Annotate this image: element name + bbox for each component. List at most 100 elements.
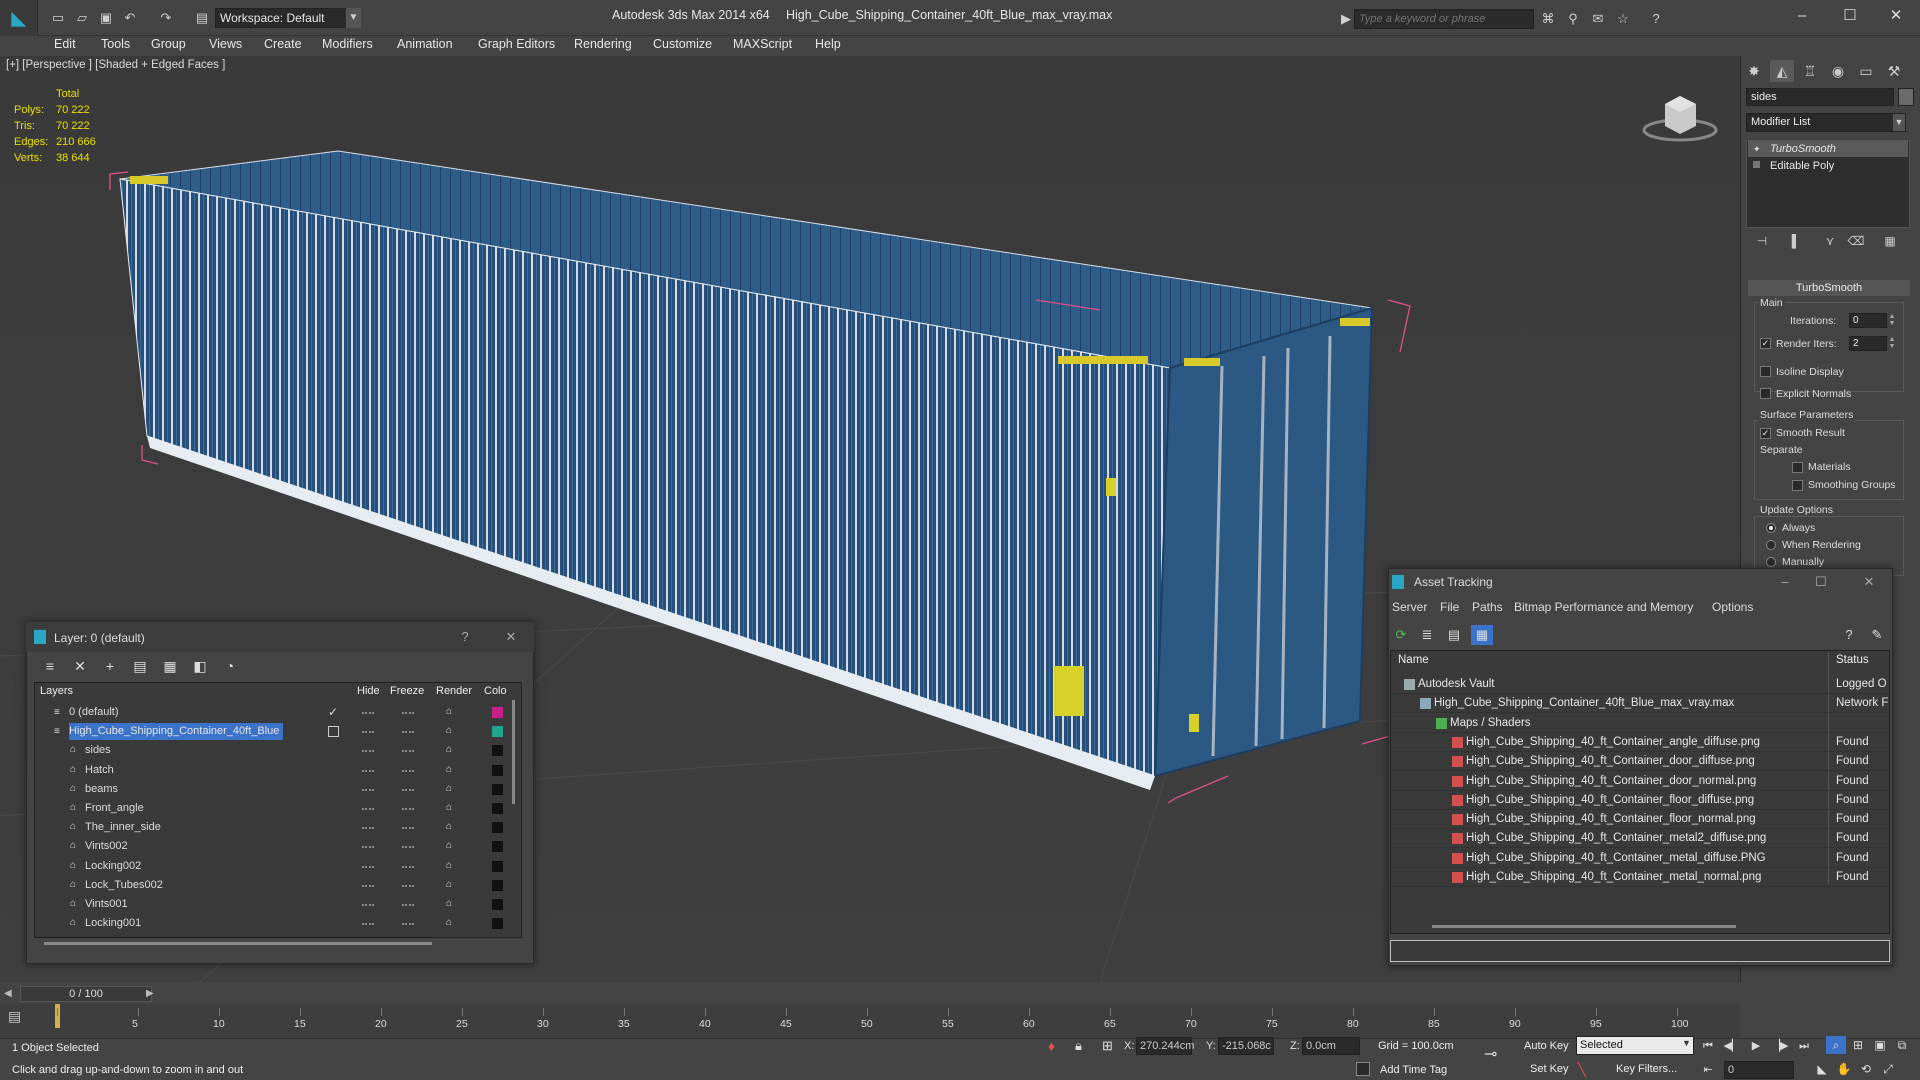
spinner-arrows-icon[interactable]: ▲ ▼ [1888, 313, 1896, 328]
render-iters-spinner[interactable]: 2 [1849, 336, 1887, 351]
slider-prev-icon[interactable]: ◀ [4, 988, 12, 999]
render-teapot-icon[interactable]: ⌂ [446, 706, 459, 718]
hide-toggle[interactable] [362, 731, 374, 734]
render-teapot-icon[interactable]: ⌂ [446, 860, 459, 872]
time-tag-icon[interactable] [1356, 1062, 1370, 1076]
undo-icon[interactable]: ↶ [120, 8, 140, 28]
iterations-spinner[interactable]: 0 [1849, 313, 1887, 328]
smooth-result-checkbox[interactable]: ✓ [1760, 428, 1771, 439]
layer-name[interactable]: sides [85, 742, 115, 759]
layer-row[interactable]: ≡ High_Cube_Shipping_Container_40ft_Blue ⌂ [36, 722, 512, 741]
asset-menu-paths[interactable]: Paths [1472, 600, 1503, 614]
hide-toggle[interactable] [362, 846, 374, 849]
isoline-checkbox[interactable] [1760, 366, 1771, 377]
layer-name[interactable]: beams [85, 781, 122, 798]
key-mode-icon[interactable]: ⇤ [1698, 1060, 1718, 1080]
layer-object-row[interactable]: ⌂ Locking002 ⌂ [36, 857, 512, 876]
hide-toggle[interactable] [362, 865, 374, 868]
render-teapot-icon[interactable]: ⌂ [446, 744, 459, 756]
active-layer-check-icon[interactable]: ✓ [328, 703, 338, 722]
layer-color-swatch[interactable] [492, 899, 503, 910]
asset-row[interactable]: Maps / Shaders [1392, 714, 1888, 733]
layer-name[interactable]: The_inner_side [85, 819, 165, 836]
make-unique-icon[interactable]: ⋎ [1820, 234, 1840, 252]
asset-row[interactable]: High_Cube_Shipping_40_ft_Container_door_… [1392, 752, 1888, 772]
open-file-icon[interactable]: ▱ [72, 8, 92, 28]
minimize-icon[interactable]: – [1776, 573, 1794, 591]
x-coord-field[interactable]: 270.244cm [1136, 1037, 1194, 1055]
maximize-icon[interactable]: ☐ [1812, 573, 1830, 591]
asset-menu-file[interactable]: File [1440, 600, 1459, 614]
workspace-arrow-icon[interactable]: ▼ [346, 8, 361, 28]
display-tab-icon[interactable]: ▭ [1854, 60, 1878, 82]
create-tab-icon[interactable]: ✸ [1742, 60, 1766, 82]
col-freeze[interactable]: Freeze [390, 685, 424, 697]
close-icon[interactable]: ✕ [1860, 573, 1878, 591]
hide-toggle[interactable] [362, 923, 374, 926]
asset-menu-server[interactable]: Server [1392, 600, 1427, 614]
auto-key-button[interactable]: Auto Key [1524, 1040, 1569, 1052]
show-end-result-icon[interactable]: ▌ [1786, 234, 1806, 252]
asset-horizontal-scrollbar[interactable] [1432, 925, 1736, 928]
tree-view-icon[interactable]: ▤ [1443, 625, 1465, 645]
freeze-toggle[interactable] [402, 788, 414, 791]
select-layer-icon[interactable]: ▦ [158, 655, 182, 677]
col-status[interactable]: Status [1836, 654, 1869, 666]
menu-graph-editors[interactable]: Graph Editors [478, 34, 555, 54]
add-time-tag-button[interactable]: Add Time Tag [1380, 1064, 1447, 1076]
refresh-icon[interactable]: ⟳ [1390, 625, 1412, 645]
hide-toggle[interactable] [362, 788, 374, 791]
render-teapot-icon[interactable]: ⌂ [446, 821, 459, 833]
hide-toggle[interactable] [362, 884, 374, 887]
layer-tool-icon[interactable]: ≡ [38, 655, 62, 677]
col-name[interactable]: Name [1398, 654, 1429, 666]
freeze-toggle[interactable] [402, 827, 414, 830]
layer-object-row[interactable]: ⌂ The_inner_side ⌂ [36, 818, 512, 837]
layer-color-swatch[interactable] [492, 841, 503, 853]
key-icon[interactable]: ⊸ [1484, 1044, 1497, 1064]
asset-row[interactable]: High_Cube_Shipping_40_ft_Container_angle… [1392, 733, 1888, 752]
layer-object-row[interactable]: ⌂ beams ⌂ [36, 780, 512, 799]
y-coord-field[interactable]: -215.068c [1218, 1037, 1274, 1055]
asset-row[interactable]: High_Cube_Shipping_40_ft_Container_floor… [1392, 810, 1888, 830]
manually-radio[interactable] [1766, 557, 1776, 567]
render-teapot-icon[interactable]: ⌂ [446, 898, 459, 910]
layer-color-swatch[interactable] [492, 707, 503, 718]
layer-object-row[interactable]: ⌂ Lock_Tubes002 ⌂ [36, 876, 512, 895]
asset-row[interactable]: High_Cube_Shipping_40_ft_Container_metal… [1392, 868, 1888, 887]
render-teapot-icon[interactable]: ⌂ [446, 725, 459, 737]
always-radio[interactable] [1766, 523, 1776, 533]
pan-icon[interactable]: ✋ [1834, 1060, 1854, 1078]
lightbulb-icon[interactable]: ✦ [1753, 144, 1763, 154]
layer-name[interactable]: Vints002 [85, 838, 132, 855]
asset-row[interactable]: High_Cube_Shipping_40_ft_Container_metal… [1392, 829, 1888, 849]
object-name-field[interactable] [1746, 88, 1894, 106]
menu-customize[interactable]: Customize [653, 34, 712, 54]
layer-row[interactable]: ≡ 0 (default) ✓ ⌂ [36, 703, 512, 722]
hide-toggle[interactable] [362, 750, 374, 753]
layer-name[interactable]: Vints001 [85, 896, 132, 913]
freeze-toggle[interactable] [402, 712, 414, 714]
field-of-view-icon[interactable]: ◣ [1812, 1060, 1832, 1078]
freeze-toggle[interactable] [402, 904, 414, 906]
remove-modifier-icon[interactable]: ⌫ [1846, 234, 1866, 252]
help-icon[interactable]: ? [1646, 9, 1666, 29]
render-teapot-icon[interactable]: ⌂ [446, 879, 459, 891]
delete-layer-icon[interactable]: ✕ [68, 655, 92, 677]
layer-name[interactable]: Locking002 [85, 858, 145, 875]
menu-help[interactable]: Help [815, 34, 841, 54]
app-logo-icon[interactable]: ◣ [0, 0, 38, 36]
slider-next-icon[interactable]: ▶ [146, 988, 154, 999]
render-teapot-icon[interactable]: ⌂ [446, 764, 459, 776]
layer-color-swatch[interactable] [492, 918, 503, 930]
new-file-icon[interactable]: ▭ [48, 8, 68, 28]
layer-name[interactable]: Lock_Tubes002 [85, 877, 167, 894]
absolute-mode-icon[interactable]: ⊞ [1102, 1038, 1113, 1054]
menu-views[interactable]: Views [209, 34, 242, 54]
object-color-swatch[interactable] [1898, 88, 1914, 106]
menu-edit[interactable]: Edit [54, 34, 76, 54]
orbit-icon[interactable]: ⟲ [1856, 1060, 1876, 1078]
set-active-box-icon[interactable] [328, 726, 339, 738]
stack-item-turbosmooth[interactable]: TurboSmooth [1748, 141, 1908, 157]
render-teapot-icon[interactable]: ⌂ [446, 917, 459, 929]
